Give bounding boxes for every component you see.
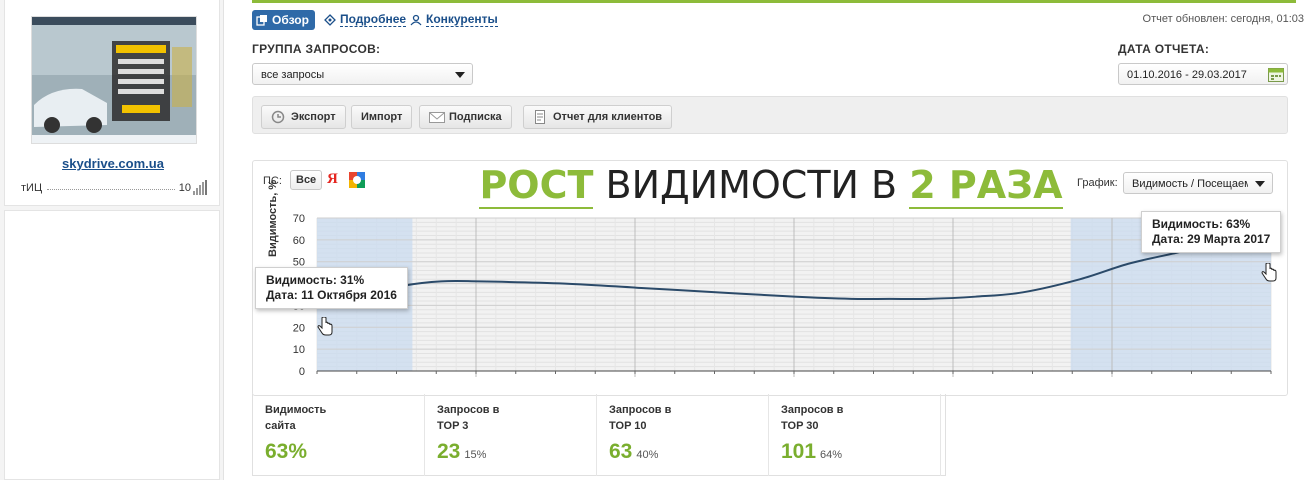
stats-row: Видимость сайта 63% Запросов в TOP 3 23 15%… bbox=[252, 394, 946, 476]
stat-value: 63 40% bbox=[609, 440, 658, 464]
chevron-down-icon bbox=[1255, 181, 1265, 187]
overview-icon bbox=[256, 14, 268, 26]
stat-percent: 15% bbox=[464, 449, 487, 461]
site-card: skydrive.com.ua тИЦ 10 bbox=[4, 0, 220, 206]
export-button[interactable]: Экспорт bbox=[261, 105, 346, 129]
tab-details[interactable]: Подробнее bbox=[324, 11, 407, 29]
subscribe-label: Подписка bbox=[449, 111, 502, 123]
graph-type-select[interactable]: Видимость / Посещаемо bbox=[1123, 172, 1273, 194]
tab-competitors-label: Конкуренты bbox=[426, 12, 498, 27]
stat-number: 101 bbox=[781, 440, 817, 463]
tab-details-label: Подробнее bbox=[340, 12, 407, 27]
tooltip-end-visibility: Видимость: 63% bbox=[1152, 217, 1251, 231]
stat-title: Запросов в TOP 3 bbox=[437, 402, 499, 434]
tic-dots-divider bbox=[47, 189, 175, 190]
report-date-field[interactable]: 01.10.2016 - 29.03.2017 bbox=[1118, 63, 1288, 85]
stat-value: 63% bbox=[265, 440, 307, 464]
stat-title-line: сайта bbox=[265, 420, 296, 432]
report-date-value: 01.10.2016 - 29.03.2017 bbox=[1127, 69, 1247, 81]
chart-panel: 010203040506070 ПС: Все Я РОСТ ВИДИМОСТИ… bbox=[252, 160, 1288, 396]
stat-top30: Запросов в TOP 30 101 64% bbox=[769, 394, 941, 476]
stat-percent: 64% bbox=[820, 449, 843, 461]
hand-cursor-icon bbox=[1261, 262, 1277, 286]
stat-title-line: Видимость bbox=[265, 404, 327, 416]
main-content: Обзор Подробнее Конкуренты Отчет обновле… bbox=[236, 0, 1304, 480]
tooltip-start-visibility: Видимость: 31% bbox=[266, 273, 365, 287]
export-label: Экспорт bbox=[291, 111, 336, 123]
sidebar: skydrive.com.ua тИЦ 10 bbox=[0, 0, 224, 480]
import-button[interactable]: Импорт bbox=[351, 105, 413, 129]
competitors-icon bbox=[410, 14, 422, 26]
stat-visibility: Видимость сайта 63% bbox=[253, 394, 425, 476]
export-icon bbox=[271, 110, 285, 124]
query-group-select[interactable]: все запросы bbox=[252, 63, 473, 85]
query-group-label: ГРУППА ЗАПРОСОВ: bbox=[252, 42, 381, 56]
stat-percent: 40% bbox=[636, 449, 659, 461]
client-report-label: Отчет для клиентов bbox=[553, 111, 663, 123]
y-tick-label: 20 bbox=[293, 322, 305, 334]
stat-number: 23 bbox=[437, 440, 461, 463]
graph-type-value: Видимость / Посещаемо bbox=[1132, 178, 1248, 190]
signal-bars-icon bbox=[193, 180, 207, 195]
y-axis-label: Видимость, % bbox=[267, 179, 279, 257]
tic-row: тИЦ 10 bbox=[21, 180, 211, 196]
subscribe-button[interactable]: Подписка bbox=[419, 105, 512, 129]
report-date-label: ДАТА ОТЧЕТА: bbox=[1118, 42, 1210, 56]
stat-title: Запросов в TOP 30 bbox=[781, 402, 843, 434]
details-icon bbox=[324, 14, 336, 26]
sidebar-panel bbox=[4, 210, 220, 480]
tooltip-start-date: Дата: 11 Октября 2016 bbox=[266, 288, 397, 302]
mail-icon bbox=[429, 110, 445, 124]
tab-competitors[interactable]: Конкуренты bbox=[410, 11, 498, 29]
stat-title-line: Запросов в bbox=[437, 404, 500, 416]
site-link[interactable]: skydrive.com.ua bbox=[5, 156, 221, 171]
tic-label: тИЦ bbox=[21, 182, 43, 194]
y-tick-label: 10 bbox=[293, 344, 305, 356]
tooltip-end: Видимость: 63% Дата: 29 Марта 2017 bbox=[1141, 211, 1282, 253]
client-report-button[interactable]: Отчет для клиентов bbox=[523, 105, 673, 129]
y-tick-label: 70 bbox=[293, 213, 305, 225]
stat-title-line: Запросов в bbox=[781, 404, 844, 416]
stat-title-line: TOP 30 bbox=[781, 420, 819, 432]
toolbar: Экспорт Импорт Подписка Отчет для клиент… bbox=[252, 96, 1288, 134]
headline-twice: 2 РАЗА bbox=[909, 163, 1063, 209]
y-tick-label: 60 bbox=[293, 235, 305, 247]
tab-overview-label: Обзор bbox=[272, 12, 309, 27]
stat-title-line: TOP 3 bbox=[437, 420, 469, 432]
stat-title: Запросов в TOP 10 bbox=[609, 402, 671, 434]
stat-top3: Запросов в TOP 3 23 15% bbox=[425, 394, 597, 476]
stat-title: Видимость сайта bbox=[265, 402, 326, 434]
import-label: Импорт bbox=[361, 111, 403, 123]
stat-title-line: TOP 10 bbox=[609, 420, 647, 432]
report-updated-text: Отчет обновлен: сегодня, 01:03 bbox=[1142, 13, 1304, 25]
y-tick-label: 0 bbox=[299, 366, 305, 378]
stat-title-line: Запросов в bbox=[609, 404, 672, 416]
tab-overview[interactable]: Обзор bbox=[252, 10, 315, 30]
tooltip-start: Видимость: 31% Дата: 11 Октября 2016 bbox=[255, 267, 408, 309]
stat-value: 23 15% bbox=[437, 440, 486, 464]
stat-number: 63 bbox=[609, 440, 633, 463]
stat-top10: Запросов в TOP 10 63 40% bbox=[597, 394, 769, 476]
query-group-value: все запросы bbox=[261, 69, 325, 81]
headline-growth: РОСТ bbox=[479, 163, 594, 209]
document-icon bbox=[533, 110, 547, 124]
top-accent-bar bbox=[252, 0, 1296, 3]
stat-value: 101 64% bbox=[781, 440, 842, 464]
stat-number: 63% bbox=[265, 440, 308, 463]
tooltip-end-date: Дата: 29 Марта 2017 bbox=[1152, 232, 1271, 246]
headline-middle: ВИДИМОСТИ В bbox=[605, 163, 898, 207]
tic-value: 10 bbox=[178, 182, 191, 194]
hand-cursor-icon bbox=[317, 316, 333, 340]
chevron-down-icon bbox=[455, 72, 465, 78]
calendar-icon[interactable] bbox=[1268, 66, 1284, 82]
site-thumbnail[interactable] bbox=[31, 16, 197, 144]
graph-type-label: График: bbox=[1077, 177, 1118, 189]
